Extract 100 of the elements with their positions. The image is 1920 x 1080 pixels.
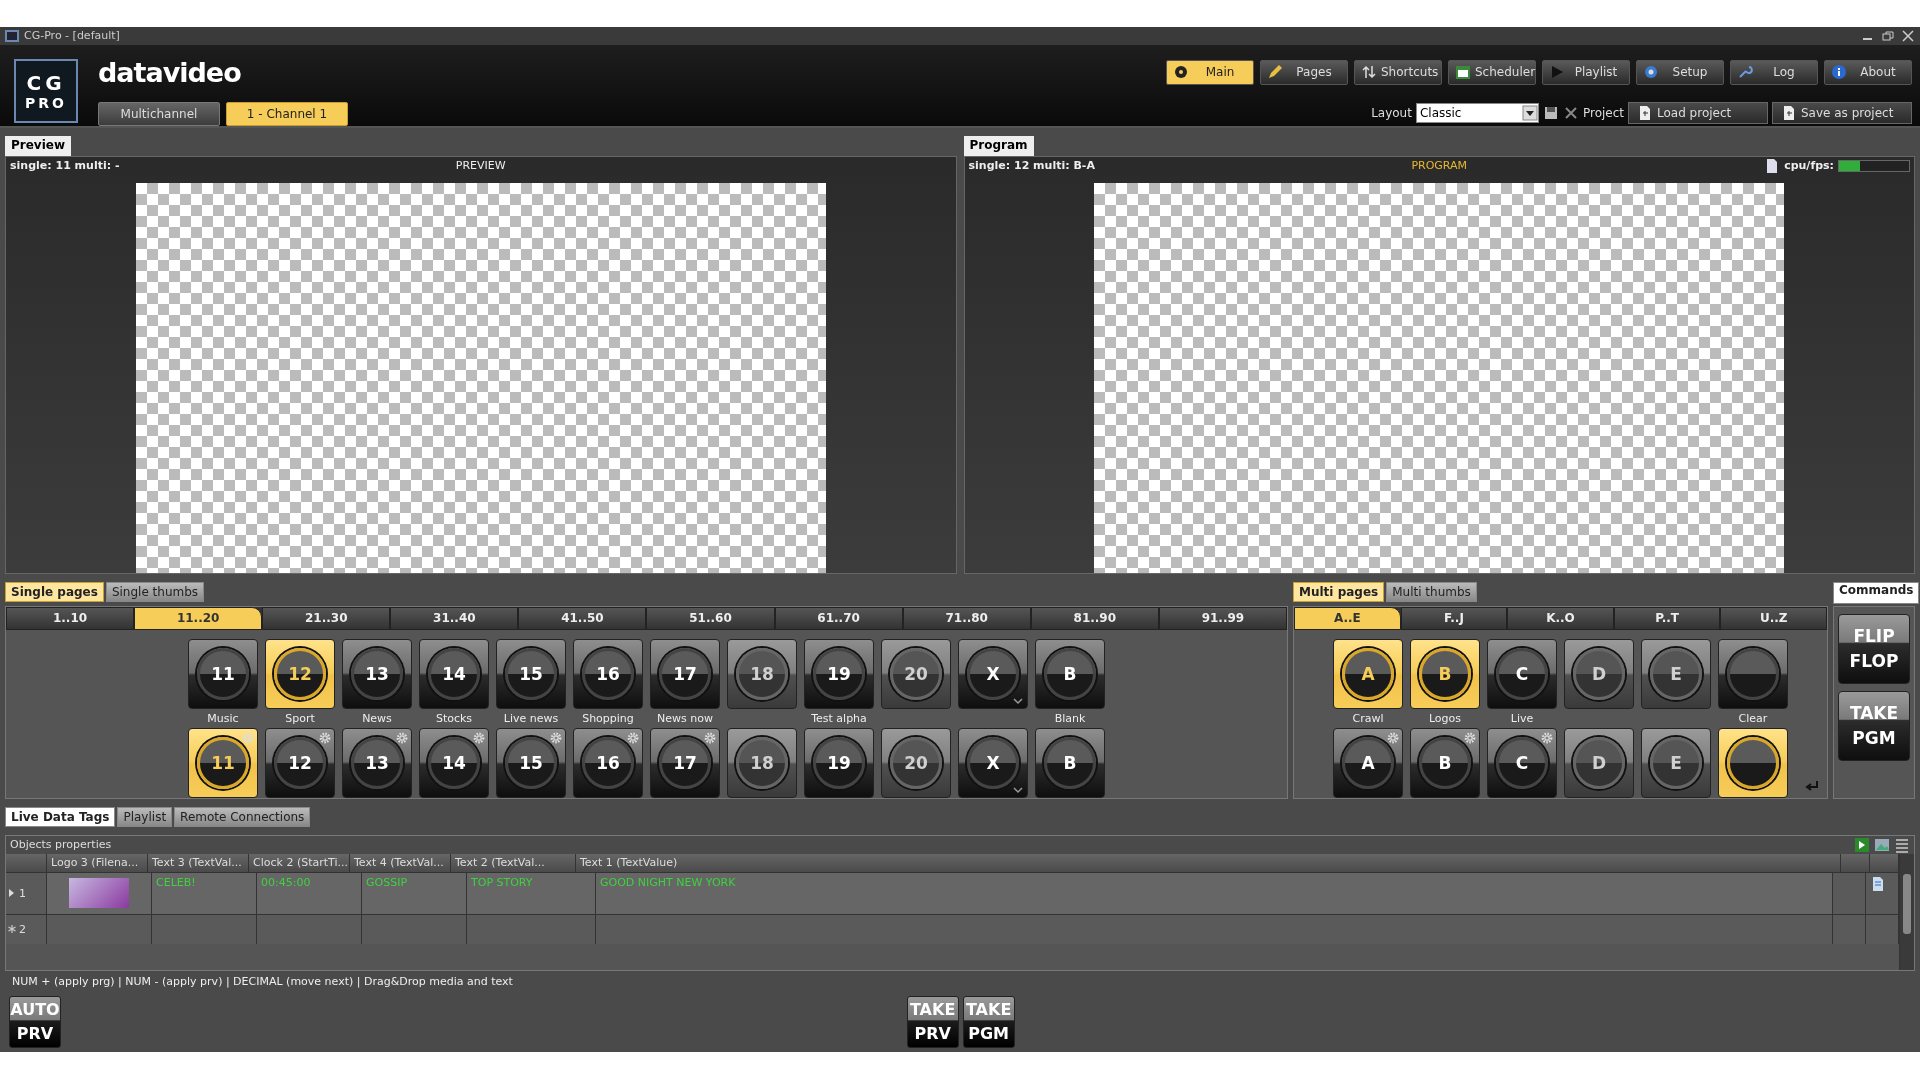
page-button[interactable]: 11 [188,638,258,709]
nav-button[interactable]: Main [1166,59,1254,85]
project-button[interactable]: Load project [1628,101,1768,124]
page-button[interactable]: 13 [342,727,412,798]
panel-tab[interactable]: Multi pages [1293,581,1385,602]
range-tab[interactable]: P..T [1613,606,1721,630]
scrollbar[interactable] [1899,853,1914,970]
panel-tab[interactable]: Remote Connections [174,806,311,827]
range-tab[interactable]: 81..90 [1030,606,1159,630]
range-tab[interactable]: 31..40 [390,606,519,630]
document-icon [1781,104,1797,121]
page-button[interactable]: C [1487,727,1557,798]
page-button[interactable]: X [958,638,1028,709]
close-icon[interactable] [1900,28,1916,43]
page-button[interactable]: B [1035,727,1105,798]
page-button[interactable]: 16 [573,638,643,709]
calendar-icon [1455,64,1471,81]
range-tab[interactable]: 61..70 [774,606,903,630]
nav-button[interactable]: Scheduler [1448,59,1536,85]
nav-button[interactable]: Pages [1260,59,1348,85]
range-tab[interactable]: 41..50 [518,606,647,630]
project-button[interactable]: Save as project [1772,101,1912,124]
page-button[interactable] [1718,727,1788,798]
page-caption: Clear [1738,711,1768,725]
panel-tab[interactable]: Playlist [117,806,173,827]
take-button[interactable]: TAKE PGM [962,996,1015,1048]
return-arrow-icon[interactable] [1805,779,1819,792]
range-tab[interactable]: A..E [1294,606,1401,630]
page-button[interactable]: 19 [804,638,874,709]
table-cell: TOP STORY [467,871,596,914]
image-icon[interactable] [1874,836,1890,853]
restore-icon[interactable] [1880,28,1896,43]
range-tab[interactable]: 91..99 [1158,606,1287,630]
page-caption: Logos [1428,711,1462,725]
page-button[interactable]: 17 [650,638,720,709]
settings-icon [319,731,331,744]
nav-button[interactable]: Playlist [1542,59,1630,85]
command-button[interactable]: FLIP FLOP [1838,613,1910,684]
page-button[interactable]: B [1035,638,1105,709]
page-button[interactable]: 11 [188,727,258,798]
page-button[interactable]: A [1333,638,1403,709]
panel-tab[interactable]: Single thumbs [105,581,205,602]
page-button[interactable]: 15 [496,638,566,709]
panel-tab[interactable]: Single pages [5,581,104,602]
save-icon[interactable] [1542,104,1559,121]
row-header[interactable]: 2 [6,913,47,944]
list-icon[interactable] [1894,836,1910,853]
page-button[interactable]: 17 [650,727,720,798]
caret-icon [1013,786,1023,794]
channel-tab[interactable]: Multichannel [98,101,220,126]
window-title: CG-Pro - [default] [24,29,120,43]
take-button[interactable]: AUTO PRV [9,996,61,1048]
close-icon[interactable] [1562,104,1579,121]
page-button[interactable]: 14 [419,638,489,709]
page-caption: Music [207,711,239,725]
range-tab[interactable]: 11..20 [134,606,263,630]
range-tab[interactable]: 21..30 [262,606,391,630]
table-cell: GOOD NIGHT NEW YORK [596,871,1833,914]
range-tab[interactable]: 71..80 [902,606,1031,630]
page-caption: Sport [285,711,315,725]
page-button[interactable]: 19 [804,727,874,798]
nav-button[interactable]: About [1824,59,1912,85]
nav-button[interactable]: Log [1730,59,1818,85]
panel-tab[interactable]: Commands [1833,581,1920,604]
info-icon [1831,64,1847,81]
page-button[interactable]: C [1487,638,1557,709]
nav-button[interactable]: Setup [1636,59,1724,85]
page-button[interactable]: A [1333,727,1403,798]
panel-tab[interactable]: Live Data Tags [5,806,116,827]
range-tab[interactable]: K..O [1507,606,1614,630]
add-icon[interactable] [1854,836,1870,853]
cpu-label: cpu/fps: [1784,159,1834,173]
take-button[interactable]: TAKE PRV [906,996,959,1048]
layout-dropdown[interactable]: Classic [1415,102,1539,123]
command-button[interactable]: TAKE PGM [1838,690,1910,761]
range-tab[interactable]: U..Z [1720,606,1827,630]
panel-tab[interactable]: Program [963,135,1034,156]
page-button[interactable]: B [1410,727,1480,798]
document-icon[interactable] [1870,875,1886,892]
page-button[interactable]: 12 [265,727,335,798]
table-cell: 00:45:00 [257,871,362,914]
page-button[interactable]: 13 [342,638,412,709]
range-tab[interactable]: F..J [1400,606,1508,630]
nav-button[interactable]: Shortcuts [1354,59,1442,85]
page-button[interactable]: 16 [573,727,643,798]
range-tab[interactable]: 1..10 [6,606,135,630]
page-caption: News [362,711,392,725]
page-button[interactable]: X [958,727,1028,798]
channel-tab[interactable]: 1 - Channel 1 [226,101,348,126]
page-button[interactable]: 14 [419,727,489,798]
page-button[interactable] [1718,638,1788,709]
range-tab[interactable]: 51..60 [646,606,775,630]
caret-icon [1013,697,1023,705]
panel-tab[interactable]: Preview [5,135,71,156]
row-header[interactable]: 1 [6,871,47,914]
page-button[interactable]: B [1410,638,1480,709]
page-button[interactable]: 12 [265,638,335,709]
page-button[interactable]: 15 [496,727,566,798]
table-cell: GOSSIP [362,871,467,914]
panel-tab[interactable]: Multi thumbs [1386,581,1477,602]
